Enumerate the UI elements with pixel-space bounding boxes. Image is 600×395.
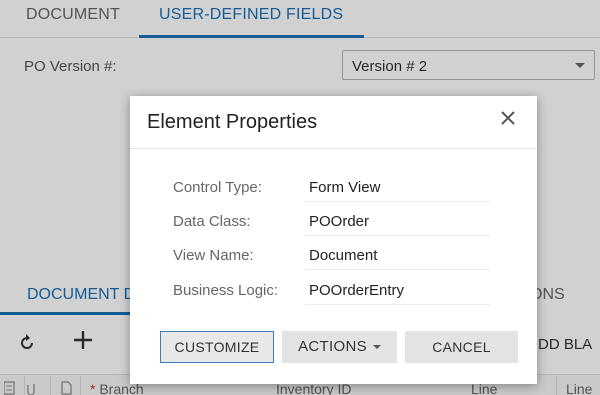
dialog-title: Element Properties [147, 111, 318, 133]
customize-button[interactable]: CUSTOMIZE [160, 331, 274, 363]
cancel-label: CANCEL [432, 339, 491, 355]
property-divider [305, 235, 490, 236]
property-divider [305, 201, 490, 202]
data-class-label: Data Class: [173, 213, 251, 230]
business-logic-value: POOrderEntry [309, 282, 405, 299]
business-logic-label: Business Logic: [173, 282, 279, 299]
actions-button[interactable]: ACTIONS [282, 331, 397, 363]
data-class-value: POOrder [309, 213, 370, 230]
dialog-header-divider [130, 148, 537, 149]
customize-label: CUSTOMIZE [174, 339, 260, 355]
view-name-value: Document [309, 247, 378, 264]
actions-label: ACTIONS [298, 338, 367, 355]
control-type-label: Control Type: [173, 179, 262, 196]
control-type-value: Form View [309, 179, 381, 196]
close-icon[interactable] [498, 109, 518, 131]
cancel-button[interactable]: CANCEL [405, 331, 518, 363]
property-divider [305, 304, 490, 305]
view-name-label: View Name: [173, 247, 254, 264]
chevron-down-icon [372, 345, 381, 350]
element-properties-dialog: Element Properties Control Type: Form Vi… [130, 96, 537, 384]
property-divider [305, 269, 490, 270]
